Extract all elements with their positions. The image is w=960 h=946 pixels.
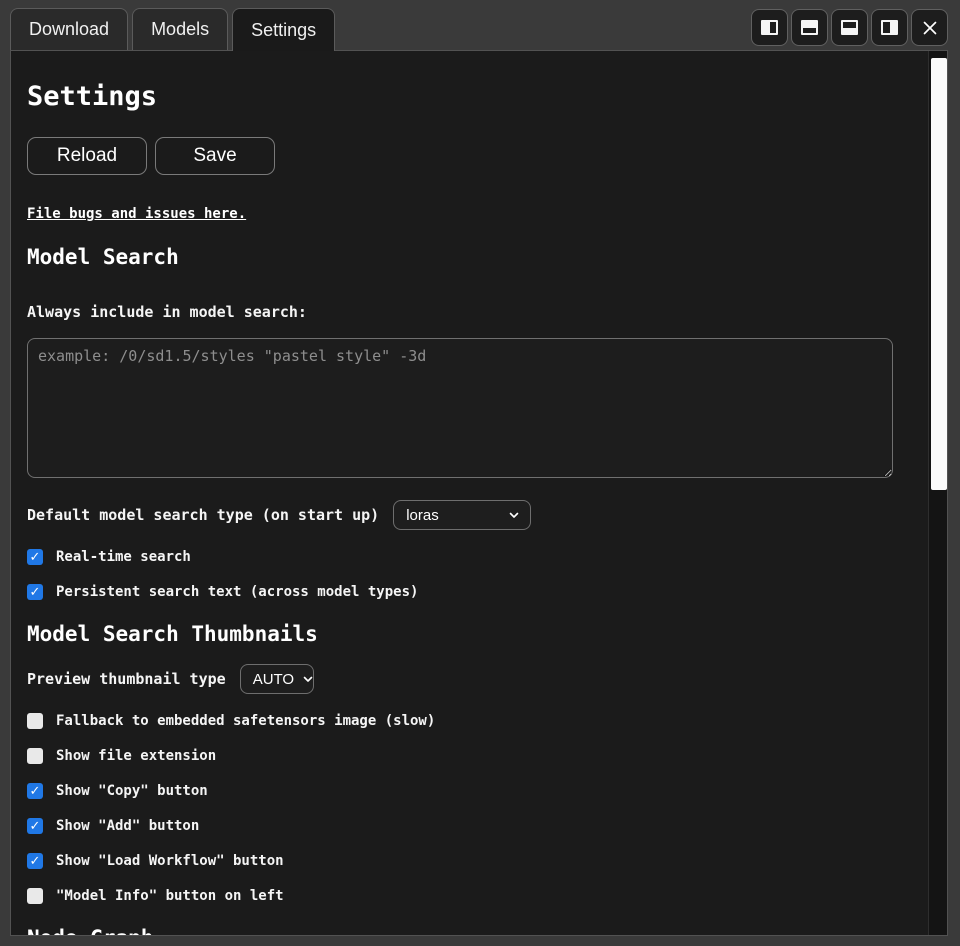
checkbox-row-show-add-button[interactable]: Show "Add" button [27,817,893,835]
node-graph-heading: Node Graph [27,924,893,936]
preview-thumbnail-label: Preview thumbnail type [27,671,226,687]
show-add-button-checkbox[interactable] [27,818,43,834]
page-title: Settings [27,81,893,113]
show-copy-button-checkbox[interactable] [27,783,43,799]
checkbox-row-show-load-workflow-button[interactable]: Show "Load Workflow" button [27,852,893,870]
checkbox-label: Real-time search [56,549,191,565]
preview-thumbnail-value: AUTO [253,671,294,688]
default-search-type-select[interactable]: loras [393,500,531,530]
checkbox-label: Show "Load Workflow" button [56,853,284,869]
tab-download[interactable]: Download [10,8,128,50]
default-search-type-label: Default model search type (on start up) [27,507,379,523]
thumbnails-heading: Model Search Thumbnails [27,620,893,648]
close-icon [920,18,940,38]
chevron-down-icon [508,509,520,521]
tab-settings[interactable]: Settings [232,8,335,51]
file-bugs-link[interactable]: File bugs and issues here. [27,206,246,222]
checkbox-row-show-copy-button[interactable]: Show "Copy" button [27,782,893,800]
checkbox-row-realtime-search[interactable]: Real-time search [27,548,893,566]
checkbox-label: Show file extension [56,748,216,764]
show-load-workflow-checkbox[interactable] [27,853,43,869]
dock-right-button[interactable] [871,9,908,46]
dock-left-button[interactable] [751,9,788,46]
model-info-left-checkbox[interactable] [27,888,43,904]
dock-top-button[interactable] [791,9,828,46]
chevron-down-icon [302,673,314,685]
reload-button[interactable]: Reload [27,137,147,175]
save-button[interactable]: Save [155,137,275,175]
scrollbar-thumb[interactable] [931,58,947,490]
panel-left-icon [761,20,778,35]
tab-models[interactable]: Models [132,8,228,50]
preview-thumbnail-row: Preview thumbnail type AUTO [27,664,893,694]
settings-panel: Settings Reload Save File bugs and issue… [10,50,948,936]
always-include-label: Always include in model search: [27,304,893,320]
always-include-textarea[interactable] [27,338,893,478]
settings-content: Settings Reload Save File bugs and issue… [11,81,947,936]
checkbox-label: Show "Copy" button [56,783,208,799]
checkbox-label: "Model Info" button on left [56,888,284,904]
checkbox-row-model-info-button-left[interactable]: "Model Info" button on left [27,887,893,905]
panel-top-icon [801,20,818,35]
default-search-type-row: Default model search type (on start up) … [27,500,893,530]
checkbox-label: Fallback to embedded safetensors image (… [56,713,435,729]
action-buttons: Reload Save [27,137,893,175]
close-button[interactable] [911,9,948,46]
checkbox-row-fallback-safetensors[interactable]: Fallback to embedded safetensors image (… [27,712,893,730]
show-file-extension-checkbox[interactable] [27,748,43,764]
dock-bottom-button[interactable] [831,9,868,46]
checkbox-row-show-file-extension[interactable]: Show file extension [27,747,893,765]
window-controls [751,9,948,46]
checkbox-row-persistent-search[interactable]: Persistent search text (across model typ… [27,583,893,601]
checkbox-label: Persistent search text (across model typ… [56,584,418,600]
realtime-search-checkbox[interactable] [27,549,43,565]
persistent-search-checkbox[interactable] [27,584,43,600]
checkbox-label: Show "Add" button [56,818,199,834]
model-search-heading: Model Search [27,243,893,271]
fallback-safetensors-checkbox[interactable] [27,713,43,729]
preview-thumbnail-select[interactable]: AUTO [240,664,314,694]
panel-right-icon [881,20,898,35]
panel-bottom-icon [841,20,858,35]
default-search-type-value: loras [406,507,439,524]
scrollbar-track[interactable] [928,51,947,935]
